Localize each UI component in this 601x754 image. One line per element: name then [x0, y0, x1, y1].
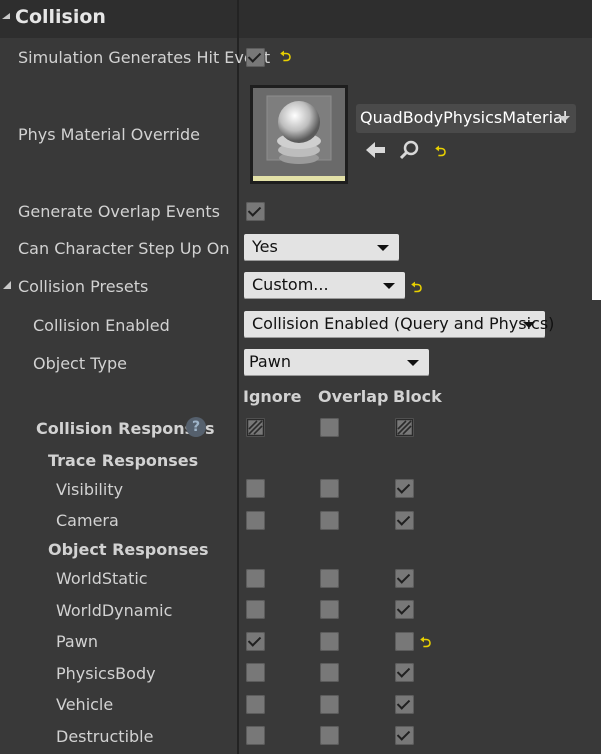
reset-to-default-icon[interactable]: ⮌ [435, 141, 446, 165]
material-dropdown-value: QuadBodyPhysicsMaterial [360, 108, 568, 127]
response-label: Vehicle [56, 695, 114, 714]
chevron-down-icon [558, 116, 570, 122]
worldstatic-overlap-checkbox[interactable] [320, 569, 339, 588]
destructible-block-checkbox[interactable] [395, 726, 414, 745]
browse-search-icon[interactable] [400, 140, 420, 160]
object-responses-title: Object Responses [48, 540, 209, 559]
help-icon[interactable]: ? [186, 417, 206, 437]
object-type-value: Pawn [249, 352, 291, 371]
pawn-ignore-checkbox[interactable] [246, 632, 265, 651]
worldstatic-block-checkbox[interactable] [395, 569, 414, 588]
overlap-all-checkbox[interactable] [320, 418, 339, 437]
vehicle-overlap-checkbox[interactable] [320, 695, 339, 714]
section-title: Collision [15, 6, 106, 28]
worldstatic-ignore-checkbox[interactable] [246, 569, 265, 588]
camera-ignore-checkbox[interactable] [246, 511, 265, 530]
block-all-checkbox[interactable] [395, 418, 414, 437]
physicsbody-block-checkbox[interactable] [395, 663, 414, 682]
object-type-dropdown[interactable]: Pawn [244, 349, 429, 376]
response-label: Pawn [56, 632, 98, 651]
response-label: Destructible [56, 727, 154, 746]
reset-to-default-icon[interactable]: ⮌ [411, 277, 422, 301]
scrollbar-track[interactable] [592, 0, 601, 300]
visibility-ignore-checkbox[interactable] [246, 479, 265, 498]
sim-hit-checkbox[interactable] [246, 48, 265, 67]
response-label: PhysicsBody [56, 664, 156, 683]
response-label: WorldStatic [56, 569, 148, 588]
response-label: WorldDynamic [56, 601, 173, 620]
worlddynamic-overlap-checkbox[interactable] [320, 600, 339, 619]
enabled-dropdown[interactable]: Collision Enabled (Query and Physics) [244, 311, 554, 338]
visibility-overlap-checkbox[interactable] [320, 479, 339, 498]
column-header-ignore: Ignore [243, 387, 302, 406]
hatched-icon [395, 418, 414, 437]
enabled-value: Collision Enabled (Query and Physics) [252, 314, 555, 333]
column-header-block: Block [393, 387, 442, 406]
expand-arrow-icon[interactable] [3, 281, 11, 289]
sim-hit-label: Simulation Generates Hit Event [18, 48, 271, 67]
destructible-ignore-checkbox[interactable] [246, 726, 265, 745]
camera-block-checkbox[interactable] [395, 511, 414, 530]
physicsbody-overlap-checkbox[interactable] [320, 663, 339, 682]
visibility-block-checkbox[interactable] [395, 479, 414, 498]
presets-label: Collision Presets [18, 277, 149, 296]
presets-value: Custom... [252, 275, 329, 294]
sphere-stack-icon [266, 95, 332, 164]
hatched-icon [246, 418, 265, 437]
vehicle-ignore-checkbox[interactable] [246, 695, 265, 714]
column-divider[interactable] [237, 0, 239, 754]
object-type-label: Object Type [33, 354, 127, 373]
chevron-down-icon [383, 283, 395, 289]
overlap-events-label: Generate Overlap Events [18, 202, 220, 221]
phys-material-label: Phys Material Override [18, 125, 200, 144]
ignore-all-checkbox[interactable] [246, 418, 265, 437]
step-up-value: Yes [252, 237, 278, 256]
column-header-overlap: Overlap [318, 387, 389, 406]
reset-to-default-icon[interactable]: ⮌ [280, 46, 291, 70]
overlap-events-checkbox[interactable] [246, 202, 265, 221]
worlddynamic-block-checkbox[interactable] [395, 600, 414, 619]
collision-section-header[interactable]: Collision [0, 0, 592, 38]
worlddynamic-ignore-checkbox[interactable] [246, 600, 265, 619]
use-selected-arrow-icon[interactable] [366, 141, 386, 159]
destructible-overlap-checkbox[interactable] [320, 726, 339, 745]
enabled-label: Collision Enabled [33, 316, 170, 335]
collapse-arrow-icon[interactable] [2, 13, 10, 19]
chevron-down-icon [523, 322, 535, 328]
physicsbody-ignore-checkbox[interactable] [246, 663, 265, 682]
response-label: Camera [56, 511, 119, 530]
chevron-down-icon [407, 360, 419, 366]
reset-to-default-icon[interactable]: ⮌ [420, 632, 431, 656]
trace-responses-title: Trace Responses [48, 451, 199, 470]
presets-dropdown[interactable]: Custom... [244, 272, 405, 299]
response-label: Visibility [56, 480, 124, 499]
pawn-block-checkbox[interactable] [395, 632, 414, 651]
vehicle-block-checkbox[interactable] [395, 695, 414, 714]
step-up-dropdown[interactable]: Yes [244, 234, 399, 261]
pawn-overlap-checkbox[interactable] [320, 632, 339, 651]
chevron-down-icon [377, 245, 389, 251]
camera-overlap-checkbox[interactable] [320, 511, 339, 530]
material-thumbnail[interactable] [250, 85, 348, 184]
material-dropdown[interactable]: QuadBodyPhysicsMaterial [356, 104, 576, 133]
step-up-label: Can Character Step Up On [18, 239, 230, 258]
